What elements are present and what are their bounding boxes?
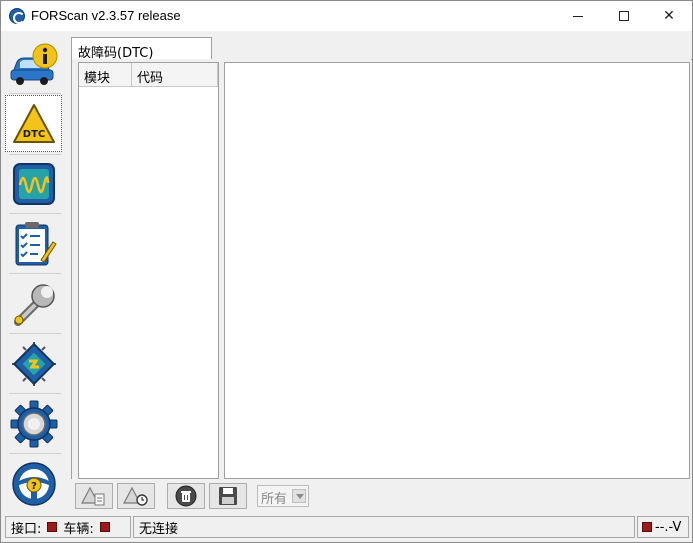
voltage-text: --.-V bbox=[655, 519, 682, 535]
sidebar-divider bbox=[9, 333, 61, 334]
sidebar-item-help[interactable]: ? bbox=[5, 455, 62, 512]
sidebar-item-tests[interactable] bbox=[5, 215, 62, 272]
svg-text:?: ? bbox=[31, 481, 37, 492]
sidebar-item-settings[interactable] bbox=[5, 395, 62, 452]
chevron-down-icon[interactable] bbox=[292, 489, 306, 503]
sidebar-item-dtc[interactable]: DTC bbox=[5, 95, 62, 152]
dtc-warning-icon: DTC bbox=[12, 103, 55, 143]
status-message: 无连接 bbox=[133, 516, 635, 538]
column-header-code[interactable]: 代码 bbox=[132, 63, 218, 87]
forscan-logo-icon bbox=[9, 8, 25, 24]
dtc-detail-pane[interactable] bbox=[224, 62, 690, 479]
sidebar-item-service[interactable] bbox=[5, 275, 62, 332]
title-bar[interactable]: FORScan v2.3.57 release ✕ bbox=[1, 1, 692, 31]
sidebar-divider bbox=[9, 393, 61, 394]
oscilloscope-icon bbox=[12, 162, 55, 205]
clear-dtc-button[interactable] bbox=[167, 483, 205, 509]
minimize-icon bbox=[573, 15, 583, 17]
tab-dtc[interactable]: 故障码(DTC) bbox=[71, 37, 212, 61]
app-window: FORScan v2.3.57 release ✕ DTC ? 故障码(DTC)… bbox=[0, 0, 693, 543]
vehicle-status-led bbox=[99, 522, 110, 532]
minimize-button[interactable] bbox=[555, 1, 601, 31]
sidebar-divider bbox=[9, 273, 61, 274]
close-button[interactable]: ✕ bbox=[646, 1, 692, 31]
status-voltage: --.-V bbox=[637, 516, 689, 538]
sidebar-divider bbox=[9, 213, 61, 214]
column-header-module[interactable]: 模块 bbox=[79, 63, 132, 87]
chip-icon bbox=[11, 341, 56, 386]
vehicle-label: 车辆: bbox=[63, 521, 94, 537]
read-dtc-button[interactable] bbox=[75, 483, 113, 509]
wrench-icon bbox=[13, 283, 55, 326]
close-icon: ✕ bbox=[663, 8, 675, 24]
dtc-panel: 模块 代码 bbox=[71, 59, 691, 479]
dtc-list[interactable]: 模块 代码 bbox=[78, 62, 219, 479]
maximize-button[interactable] bbox=[601, 1, 647, 31]
sidebar-divider bbox=[9, 93, 61, 94]
sidebar-divider bbox=[9, 453, 61, 454]
status-connection-leds: 接口: 车辆: bbox=[5, 516, 131, 538]
sidebar-item-vehicle-info[interactable] bbox=[5, 36, 62, 93]
tab-strip: 故障码(DTC) bbox=[71, 35, 692, 61]
sidebar-item-oscilloscope[interactable] bbox=[5, 155, 62, 212]
sidebar-item-configuration[interactable] bbox=[5, 335, 62, 392]
steering-help-icon: ? bbox=[11, 461, 56, 506]
checklist-icon bbox=[15, 221, 57, 265]
dtc-monitor-button[interactable] bbox=[117, 483, 155, 509]
filter-select-value: 所有 bbox=[261, 492, 288, 507]
maximize-icon bbox=[619, 11, 629, 21]
dtc-document-icon bbox=[81, 486, 105, 506]
save-button[interactable] bbox=[209, 483, 247, 509]
window-title: FORScan v2.3.57 release bbox=[31, 8, 181, 23]
gear-icon bbox=[10, 400, 57, 447]
save-icon bbox=[219, 487, 237, 505]
trash-icon bbox=[175, 485, 197, 507]
action-toolbar: 所有 bbox=[71, 481, 691, 511]
list-header: 模块 代码 bbox=[79, 63, 218, 87]
dtc-timer-icon bbox=[123, 486, 148, 506]
voltage-status-led bbox=[642, 522, 652, 532]
svg-text:DTC: DTC bbox=[22, 129, 44, 140]
sidebar: DTC ? bbox=[1, 31, 65, 513]
status-bar: 接口: 车辆: 无连接 --.-V bbox=[1, 514, 692, 542]
filter-select[interactable]: 所有 bbox=[257, 485, 309, 507]
interface-status-led bbox=[47, 522, 58, 532]
car-info-icon bbox=[10, 43, 57, 85]
interface-label: 接口: bbox=[11, 521, 42, 537]
connection-status-text: 无连接 bbox=[139, 521, 179, 537]
